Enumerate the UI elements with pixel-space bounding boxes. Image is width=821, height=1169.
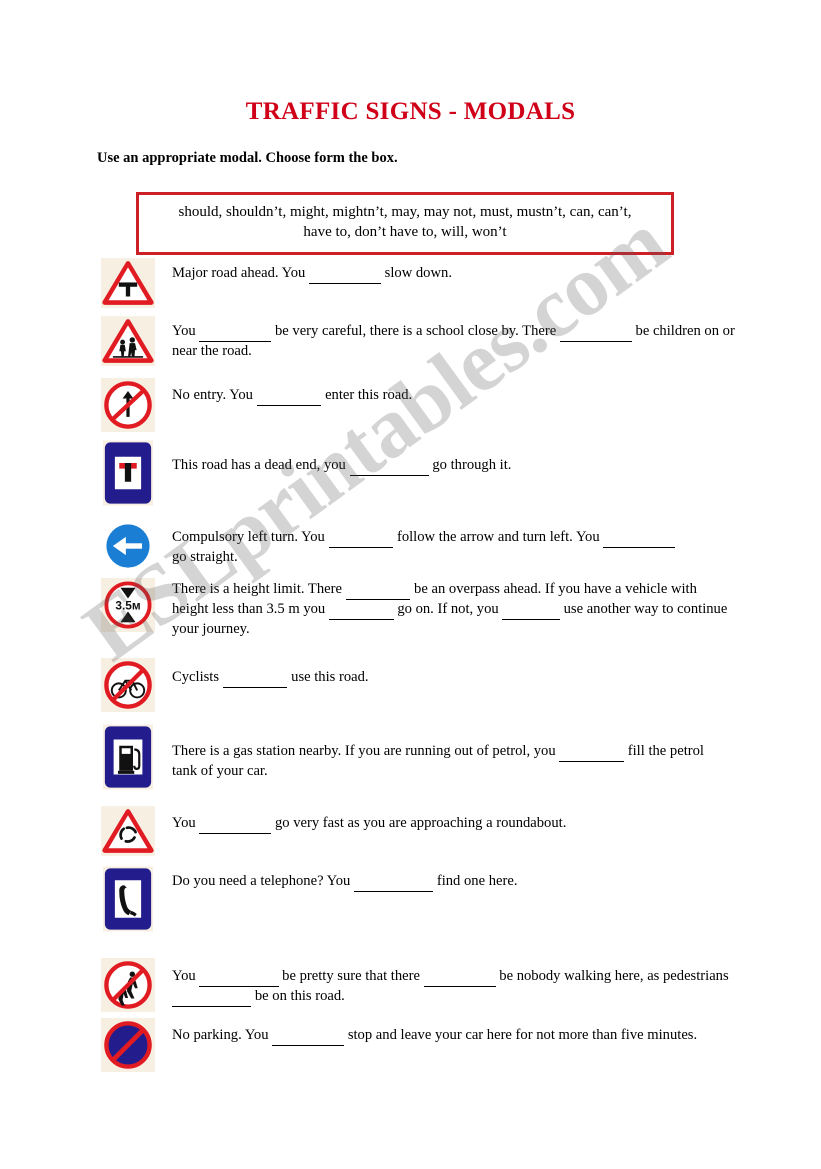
sentence-text: slow down. bbox=[384, 265, 452, 281]
exercise-sentence: There is a height limit. There be an ove… bbox=[172, 580, 732, 639]
sentence-text: This road has a dead end, you bbox=[172, 457, 346, 473]
roundabout-ahead-sign bbox=[96, 806, 160, 856]
answer-blank[interactable] bbox=[502, 600, 560, 620]
exercise-sentence: This road has a dead end, you go through… bbox=[172, 456, 732, 476]
answer-blank[interactable] bbox=[559, 742, 625, 762]
dead-end-road-sign bbox=[96, 440, 160, 506]
compulsory-left-turn-sign bbox=[96, 520, 160, 572]
answer-blank[interactable] bbox=[199, 322, 272, 342]
no-bicycles-sign bbox=[96, 658, 160, 712]
answer-blank[interactable] bbox=[349, 456, 429, 476]
sentence-text: go very fast as you are approaching a ro… bbox=[274, 815, 567, 831]
gas-station-sign bbox=[96, 724, 160, 790]
sentence-text: Cyclists bbox=[172, 669, 220, 685]
answer-blank[interactable] bbox=[272, 1026, 345, 1046]
exercise-sentence: Major road ahead. You slow down. bbox=[172, 264, 732, 284]
school-children-crossing-sign bbox=[96, 316, 160, 366]
answer-blank[interactable] bbox=[559, 322, 632, 342]
sentence-text: be very careful, there is a school close… bbox=[274, 323, 557, 339]
modal-box-line-1: should, shouldn’t, might, mightn’t, may,… bbox=[178, 204, 632, 220]
sentence-text: be nobody walking here, as pedestrians bbox=[499, 968, 729, 984]
sentence-text: There is a gas station nearby. If you ar… bbox=[172, 743, 556, 759]
answer-blank[interactable] bbox=[199, 967, 279, 987]
sentence-text: follow the arrow and turn left. You bbox=[396, 529, 600, 545]
sentence-text: go on. If not, you bbox=[397, 600, 499, 617]
page-title: TRAFFIC SIGNS - MODALS bbox=[245, 98, 576, 125]
no-entry-sign bbox=[96, 378, 160, 432]
answer-blank[interactable] bbox=[199, 814, 272, 834]
exercise-sentence: You be very careful, there is a school c… bbox=[172, 322, 747, 361]
sentence-text: You bbox=[172, 323, 196, 339]
answer-blank[interactable] bbox=[328, 528, 394, 548]
exercise-sentence: No entry. You enter this road. bbox=[172, 386, 732, 406]
sentence-text: stop and leave your car here for not mor… bbox=[347, 1027, 698, 1043]
sentence-text: be on this road. bbox=[254, 987, 345, 1004]
exercise-sentence: There is a gas station nearby. If you ar… bbox=[172, 742, 732, 781]
sentence-text: No entry. You bbox=[172, 387, 253, 403]
height-limit-sign: 3.5м bbox=[96, 578, 160, 632]
answer-blank[interactable] bbox=[328, 600, 394, 620]
sentence-text: find one here. bbox=[436, 873, 518, 889]
modal-box-line-2: have to, don’t have to, will, won’t bbox=[303, 224, 507, 241]
no-parking-sign bbox=[96, 1018, 160, 1072]
sentence-text: You bbox=[172, 815, 196, 831]
sentence-text: There is a height limit. There bbox=[172, 581, 342, 597]
answer-blank[interactable] bbox=[345, 580, 411, 600]
answer-blank[interactable] bbox=[172, 987, 252, 1007]
answer-blank[interactable] bbox=[423, 967, 496, 987]
sentence-text: go through it. bbox=[432, 457, 512, 473]
sentence-text: go straight. bbox=[172, 548, 238, 565]
sentence-text: enter this road. bbox=[325, 387, 413, 403]
exercise-sentence: Cyclists use this road. bbox=[172, 668, 692, 688]
sentence-text: Do you need a telephone? You bbox=[172, 873, 351, 889]
answer-blank[interactable] bbox=[222, 668, 288, 688]
sentence-text: Major road ahead. You bbox=[172, 265, 306, 281]
exercise-sentence: No parking. You stop and leave your car … bbox=[172, 1026, 732, 1046]
exercise-sentence: Do you need a telephone? You find one he… bbox=[172, 872, 732, 892]
exercise-sentence: You be pretty sure that there be nobody … bbox=[172, 967, 742, 1007]
answer-blank[interactable] bbox=[309, 264, 382, 284]
modal-word-box: should, shouldn’t, might, mightn’t, may,… bbox=[136, 192, 674, 255]
no-pedestrians-sign bbox=[96, 958, 160, 1012]
instruction-text: Use an appropriate modal. Choose form th… bbox=[97, 150, 398, 166]
sentence-text: be pretty sure that there bbox=[282, 968, 420, 984]
answer-blank[interactable] bbox=[603, 528, 676, 548]
major-road-ahead-sign bbox=[96, 258, 160, 308]
sentence-text: use this road. bbox=[291, 669, 369, 685]
answer-blank[interactable] bbox=[354, 872, 434, 892]
telephone-sign bbox=[96, 866, 160, 932]
svg-text:3.5м: 3.5м bbox=[115, 598, 140, 612]
sentence-text: Compulsory left turn. You bbox=[172, 529, 325, 545]
answer-blank[interactable] bbox=[256, 386, 322, 406]
sentence-text: No parking. You bbox=[172, 1027, 269, 1043]
sentence-text: You bbox=[172, 968, 196, 984]
worksheet-page: TRAFFIC SIGNS - MODALS Use an appropriat… bbox=[0, 0, 821, 1169]
exercise-sentence: Compulsory left turn. You follow the arr… bbox=[172, 528, 692, 567]
exercise-sentence: You go very fast as you are approaching … bbox=[172, 814, 742, 834]
